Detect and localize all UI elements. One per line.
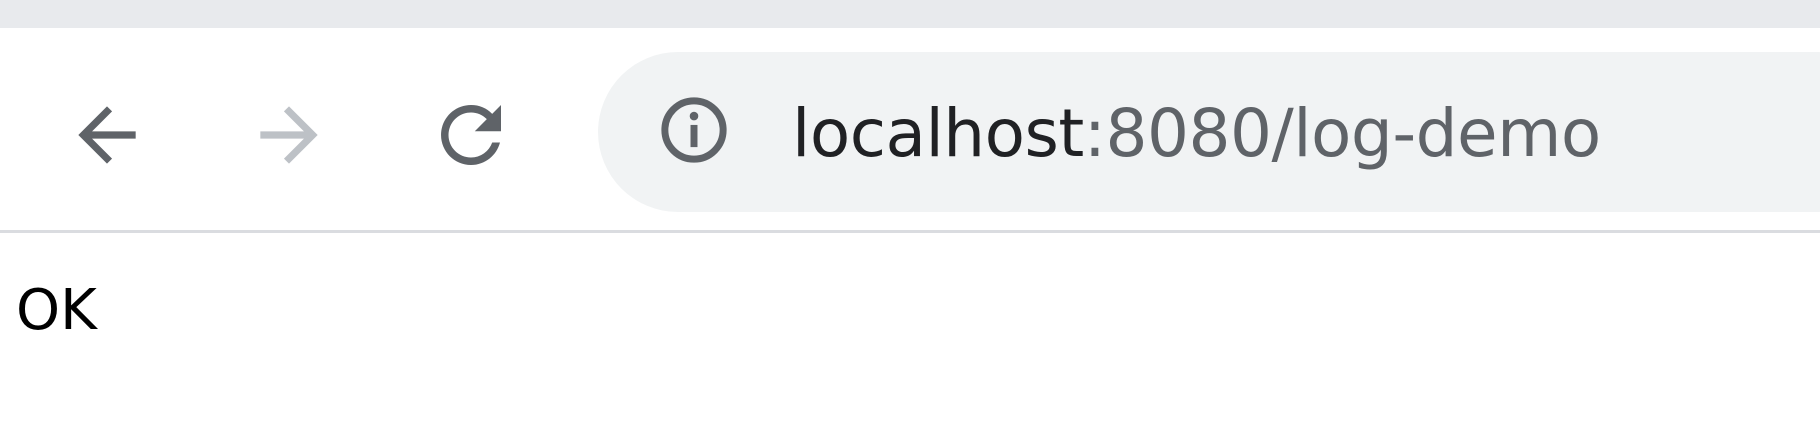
site-info-button[interactable]	[654, 92, 734, 172]
browser-toolbar: localhost:8080/log-demo	[0, 28, 1820, 233]
forward-button[interactable]	[234, 80, 344, 190]
url-path: :8080/log-demo	[1083, 95, 1602, 172]
reload-button[interactable]	[416, 80, 526, 190]
reload-icon	[426, 90, 516, 180]
arrow-right-icon	[246, 92, 332, 178]
browser-window: localhost:8080/log-demo OK	[0, 0, 1820, 423]
page-body-text: OK	[16, 278, 97, 343]
page-content: OK	[0, 233, 1820, 423]
tab-strip	[0, 0, 1820, 28]
back-button[interactable]	[52, 80, 162, 190]
url-text[interactable]: localhost:8080/log-demo	[792, 84, 1601, 184]
address-bar[interactable]: localhost:8080/log-demo	[598, 52, 1820, 212]
arrow-left-icon	[64, 92, 150, 178]
info-icon	[656, 92, 732, 172]
url-host: localhost	[792, 95, 1084, 172]
